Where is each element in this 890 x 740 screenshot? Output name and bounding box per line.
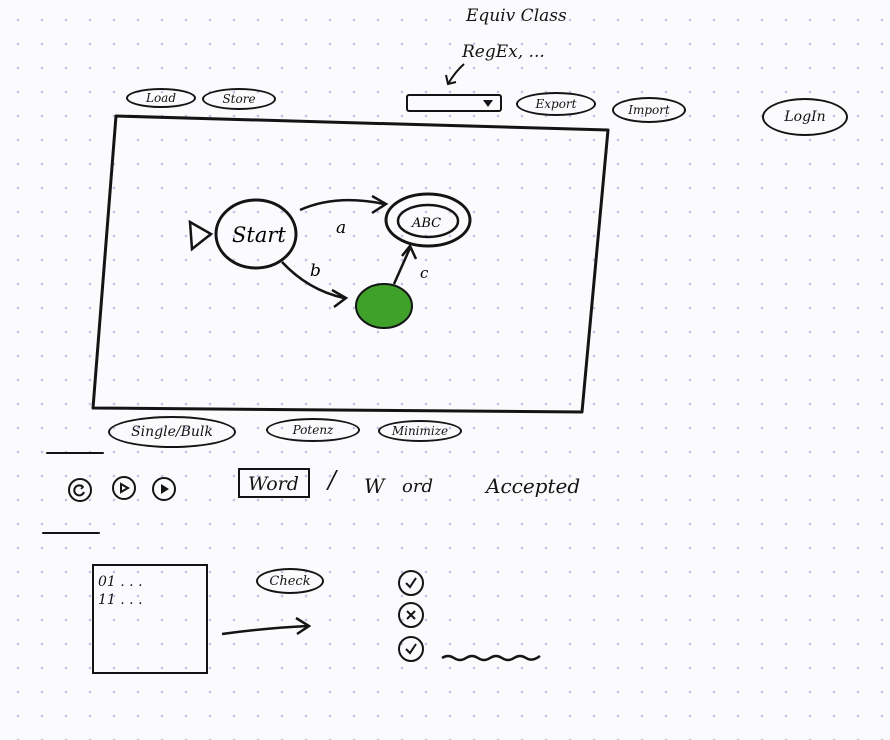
play-icon [161, 484, 169, 494]
bulk-arrow-icon [221, 616, 312, 636]
start-marker-icon [188, 219, 214, 252]
word-input-value: Word [248, 473, 299, 495]
step-button[interactable] [112, 476, 136, 500]
reset-button[interactable] [68, 478, 92, 502]
minimize-button[interactable]: Minimize [378, 420, 462, 442]
section-divider-bulk [42, 532, 100, 534]
state-start-label: Start [232, 223, 286, 247]
transition-b-label: b [310, 261, 321, 281]
state-active [355, 283, 413, 329]
state-accept-label: ABC [411, 216, 441, 231]
potenz-button[interactable]: Potenz [266, 418, 360, 442]
transition-a-label: a [336, 218, 346, 238]
word-separator: / [328, 466, 337, 494]
result-accepted [398, 636, 424, 662]
scribble-placeholder [441, 654, 541, 662]
check-icon [405, 643, 417, 655]
transition-b-head [331, 288, 349, 308]
transition-a-head [371, 194, 389, 215]
play-button[interactable] [152, 477, 176, 501]
bulk-line: 11 . . . [98, 592, 143, 608]
check-button[interactable]: Check [256, 568, 324, 594]
word-letter-w: W [364, 474, 385, 498]
transition-c-label: c [420, 264, 429, 282]
bulk-words-textarea[interactable]: 01 . . . 11 . . . [92, 564, 208, 674]
reset-icon [73, 484, 85, 497]
section-divider-single [46, 452, 104, 454]
cross-icon [406, 610, 416, 620]
transition-c-arrow [392, 247, 412, 285]
canvas-border [91, 114, 610, 414]
word-result: Accepted [486, 474, 581, 498]
single-bulk-button[interactable]: Single/Bulk [108, 416, 236, 448]
result-accepted [398, 570, 424, 596]
step-icon [120, 482, 130, 494]
bulk-line: 01 . . . [98, 574, 143, 590]
word-rest: ord [402, 476, 433, 497]
result-rejected [398, 602, 424, 628]
check-icon [405, 577, 417, 589]
transition-a-arrow [299, 198, 385, 212]
word-input[interactable]: Word [238, 468, 310, 498]
